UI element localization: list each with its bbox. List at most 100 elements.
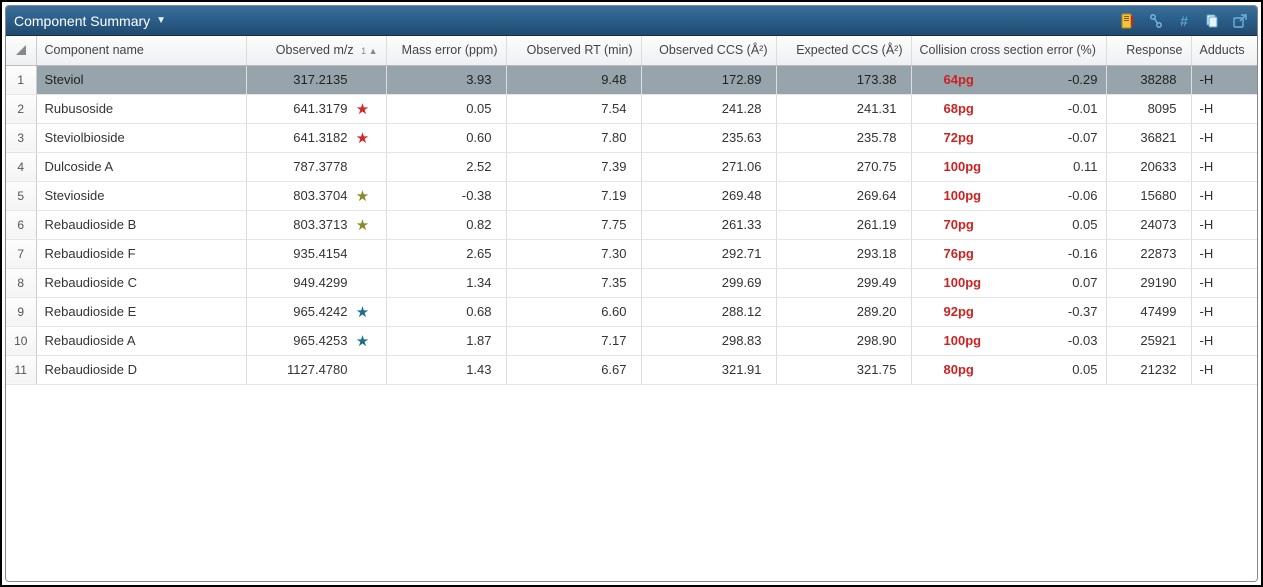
row-number[interactable]: 9	[6, 297, 36, 326]
popout-icon[interactable]	[1231, 12, 1249, 30]
table-row[interactable]: 3Steviolbioside641.3182★0.607.80235.6323…	[6, 123, 1257, 152]
col-expected-ccs[interactable]: Expected CCS (Å²)	[776, 36, 911, 65]
panel: Component Summary ▼ #	[5, 5, 1258, 582]
cell-response: 22873	[1106, 239, 1191, 268]
isomer-star-icon: ★	[356, 102, 369, 117]
cell-mass-error: 0.68	[386, 297, 506, 326]
table-row[interactable]: 1Steviol317.21353.939.48172.89173.3864pg…	[6, 65, 1257, 94]
copy-icon[interactable]	[1203, 12, 1221, 30]
cell-component-name: Rebaudioside C	[36, 268, 246, 297]
col-mass-error[interactable]: Mass error (ppm)	[386, 36, 506, 65]
row-number[interactable]: 6	[6, 210, 36, 239]
concentration-annotation: 80pg	[920, 362, 974, 377]
cell-expected-ccs: 270.75	[776, 152, 911, 181]
panel-title-dropdown[interactable]: Component Summary ▼	[14, 13, 166, 29]
row-number[interactable]: 4	[6, 152, 36, 181]
row-number[interactable]: 7	[6, 239, 36, 268]
row-number[interactable]: 11	[6, 355, 36, 384]
cell-expected-ccs: 261.19	[776, 210, 911, 239]
cell-observed-rt: 6.60	[506, 297, 641, 326]
col-ccs-error[interactable]: Collision cross section error (%)	[911, 36, 1106, 65]
table-row[interactable]: 6Rebaudioside B803.3713★0.827.75261.3326…	[6, 210, 1257, 239]
row-number[interactable]: 1	[6, 65, 36, 94]
table-row[interactable]: 5Stevioside803.3704★-0.387.19269.48269.6…	[6, 181, 1257, 210]
row-number[interactable]: 3	[6, 123, 36, 152]
cell-component-name: Steviolbioside	[36, 123, 246, 152]
cell-ccs-error: 80pg0.05	[911, 355, 1106, 384]
table-row[interactable]: 11Rebaudioside D1127.47801.436.67321.913…	[6, 355, 1257, 384]
cell-response: 21232	[1106, 355, 1191, 384]
cell-observed-rt: 7.35	[506, 268, 641, 297]
cell-adducts: -H	[1191, 152, 1257, 181]
cell-observed-ccs: 269.48	[641, 181, 776, 210]
cell-observed-ccs: 241.28	[641, 94, 776, 123]
cell-mass-error: 2.65	[386, 239, 506, 268]
col-response[interactable]: Response	[1106, 36, 1191, 65]
cell-observed-ccs: 288.12	[641, 297, 776, 326]
table-row[interactable]: 7Rebaudioside F935.41542.657.30292.71293…	[6, 239, 1257, 268]
chevron-down-icon: ▼	[156, 15, 166, 26]
link-icon[interactable]	[1147, 12, 1165, 30]
col-observed-rt[interactable]: Observed RT (min)	[506, 36, 641, 65]
cell-adducts: -H	[1191, 94, 1257, 123]
cell-ccs-error: 76pg-0.16	[911, 239, 1106, 268]
cell-component-name: Rebaudioside E	[36, 297, 246, 326]
table-row[interactable]: 10Rebaudioside A965.4253★1.877.17298.832…	[6, 326, 1257, 355]
cell-observed-ccs: 172.89	[641, 65, 776, 94]
cell-observed-mz: 787.3778	[246, 152, 386, 181]
cell-response: 15680	[1106, 181, 1191, 210]
cell-mass-error: 2.52	[386, 152, 506, 181]
cell-response: 8095	[1106, 94, 1191, 123]
cell-observed-ccs: 299.69	[641, 268, 776, 297]
cell-expected-ccs: 269.64	[776, 181, 911, 210]
cell-adducts: -H	[1191, 268, 1257, 297]
cell-ccs-error: 70pg0.05	[911, 210, 1106, 239]
cell-ccs-error: 92pg-0.37	[911, 297, 1106, 326]
cell-adducts: -H	[1191, 65, 1257, 94]
cell-observed-mz: 317.2135	[246, 65, 386, 94]
col-adducts[interactable]: Adducts	[1191, 36, 1257, 65]
cell-adducts: -H	[1191, 123, 1257, 152]
cell-expected-ccs: 289.20	[776, 297, 911, 326]
isomer-star-icon: ★	[356, 131, 369, 146]
cell-expected-ccs: 321.75	[776, 355, 911, 384]
row-number[interactable]: 10	[6, 326, 36, 355]
concentration-annotation: 92pg	[920, 304, 974, 319]
cell-ccs-error: 100pg0.11	[911, 152, 1106, 181]
concentration-annotation: 100pg	[920, 159, 982, 174]
data-grid[interactable]: Component name Observed m/z 1 ▲ Mass err…	[6, 36, 1257, 581]
cell-adducts: -H	[1191, 297, 1257, 326]
cell-mass-error: 1.43	[386, 355, 506, 384]
row-number[interactable]: 5	[6, 181, 36, 210]
concentration-annotation: 64pg	[920, 72, 974, 87]
cell-response: 29190	[1106, 268, 1191, 297]
col-observed-ccs[interactable]: Observed CCS (Å²)	[641, 36, 776, 65]
row-number[interactable]: 8	[6, 268, 36, 297]
app-frame: Component Summary ▼ #	[0, 0, 1263, 587]
cell-component-name: Rebaudioside A	[36, 326, 246, 355]
cell-component-name: Stevioside	[36, 181, 246, 210]
table-row[interactable]: 2Rubusoside641.3179★0.057.54241.28241.31…	[6, 94, 1257, 123]
cell-observed-rt: 7.54	[506, 94, 641, 123]
cell-observed-rt: 7.17	[506, 326, 641, 355]
cell-observed-mz: 641.3179★	[246, 94, 386, 123]
header-row: Component name Observed m/z 1 ▲ Mass err…	[6, 36, 1257, 65]
col-component-name[interactable]: Component name	[36, 36, 246, 65]
concentration-annotation: 100pg	[920, 333, 982, 348]
hash-icon[interactable]: #	[1175, 12, 1193, 30]
cell-adducts: -H	[1191, 326, 1257, 355]
row-number[interactable]: 2	[6, 94, 36, 123]
cell-observed-ccs: 292.71	[641, 239, 776, 268]
cell-ccs-error: 100pg-0.06	[911, 181, 1106, 210]
isomer-star-icon: ★	[356, 334, 369, 349]
notes-icon[interactable]	[1119, 12, 1137, 30]
table-row[interactable]: 8Rebaudioside C949.42991.347.35299.69299…	[6, 268, 1257, 297]
col-observed-mz[interactable]: Observed m/z 1 ▲	[246, 36, 386, 65]
cell-response: 47499	[1106, 297, 1191, 326]
cell-observed-ccs: 298.83	[641, 326, 776, 355]
table-row[interactable]: 4Dulcoside A787.37782.527.39271.06270.75…	[6, 152, 1257, 181]
select-all-icon	[16, 45, 26, 55]
row-corner[interactable]	[6, 36, 36, 65]
cell-expected-ccs: 173.38	[776, 65, 911, 94]
table-row[interactable]: 9Rebaudioside E965.4242★0.686.60288.1228…	[6, 297, 1257, 326]
